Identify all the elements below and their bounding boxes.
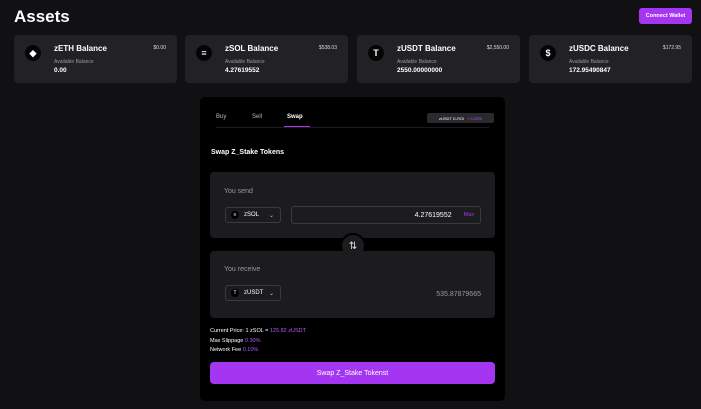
slippage-value: 0.30%: [244, 338, 261, 344]
send-token-select[interactable]: ≡ zSOL ⌄: [225, 207, 281, 223]
solana-icon: ≡: [231, 211, 239, 219]
active-tab-indicator: [284, 126, 310, 127]
balance-card-zsol: ≡ zSOL Balance $538.03 Available Balance…: [185, 35, 348, 83]
card-balance: 172.95490847: [569, 67, 611, 74]
fee-value: 0.10%: [242, 347, 259, 353]
send-label: You send: [224, 188, 253, 195]
card-usd-value: $538.03: [318, 45, 337, 51]
card-subtitle: Available Balance: [225, 59, 265, 65]
ethereum-icon: ◆: [25, 45, 41, 61]
send-token-name: zSOL: [244, 212, 260, 218]
usdc-icon: $: [540, 45, 556, 61]
swap-panel: Buy Sell Swap zUSDT D-ROI + 0.25% Swap Z…: [200, 97, 505, 401]
receive-token-select[interactable]: T zUSDT ⌄: [225, 285, 281, 301]
slippage-label: Max Slippage: [210, 338, 245, 344]
balance-card-zusdt: T zUSDT Balance $2,550.00 Available Bala…: [357, 35, 520, 83]
receive-token-name: zUSDT: [244, 290, 264, 296]
card-balance: 2550.00000000: [397, 67, 443, 74]
card-balance: 4.27619552: [225, 67, 260, 74]
card-usd-value: $172.95: [662, 45, 681, 51]
swap-submit-button[interactable]: Swap Z_Stake Tokenst: [210, 362, 495, 384]
card-title: zUSDC Balance: [569, 44, 629, 53]
card-subtitle: Available Balance: [569, 59, 609, 65]
roi-ticker: zUSDT D-ROI + 0.25%: [427, 113, 494, 123]
connect-wallet-button[interactable]: Connect Wallet: [639, 8, 692, 24]
balance-card-zeth: ◆ zETH Balance $0.00 Available Balance 0…: [14, 35, 177, 83]
fee-label: Network Fee: [210, 347, 243, 353]
tab-swap[interactable]: Swap: [287, 114, 303, 120]
receive-label: You receive: [224, 266, 261, 273]
chevron-down-icon: ⌄: [268, 212, 274, 219]
receive-amount: 535.87879665: [436, 291, 481, 298]
card-subtitle: Available Balance: [54, 59, 94, 65]
send-amount: 4.27619552: [414, 211, 452, 219]
max-button[interactable]: Max: [464, 212, 474, 218]
ticker-change: + 0.25%: [467, 115, 483, 121]
tether-icon: T: [368, 45, 384, 61]
price-label: Current Price: 1 zSOL =: [210, 328, 270, 334]
network-fee: Network Fee 0.10%: [210, 347, 258, 353]
card-subtitle: Available Balance: [397, 59, 437, 65]
card-title: zSOL Balance: [225, 44, 279, 53]
swap-arrows-icon: ⇅: [348, 240, 358, 252]
card-usd-value: $0.00: [153, 45, 166, 51]
card-title: zETH Balance: [54, 44, 107, 53]
ticker-label: zUSDT D-ROI: [438, 115, 465, 121]
send-amount-input[interactable]: 4.27619552 Max: [291, 206, 481, 224]
card-title: zUSDT Balance: [397, 44, 456, 53]
send-box: You send ≡ zSOL ⌄ 4.27619552 Max: [210, 172, 495, 238]
max-slippage: Max Slippage 0.30%: [210, 338, 260, 344]
balance-card-zusdc: $ zUSDC Balance $172.95 Available Balanc…: [529, 35, 692, 83]
tab-sell[interactable]: Sell: [252, 114, 262, 120]
card-balance: 0.00: [54, 67, 67, 74]
solana-icon: ≡: [196, 45, 212, 61]
receive-box: You receive T zUSDT ⌄ 535.87879665: [210, 251, 495, 318]
chevron-down-icon: ⌄: [268, 290, 274, 297]
tabs-divider: [216, 127, 489, 128]
page-title: Assets: [14, 7, 70, 26]
section-title: Swap Z_Stake Tokens: [211, 149, 285, 156]
card-usd-value: $2,550.00: [486, 45, 509, 51]
tether-icon: T: [231, 289, 239, 297]
tab-buy[interactable]: Buy: [216, 114, 226, 120]
price-value: 125.82 zUSDT: [269, 328, 306, 334]
current-price: Current Price: 1 zSOL = 125.82 zUSDT: [210, 328, 306, 334]
